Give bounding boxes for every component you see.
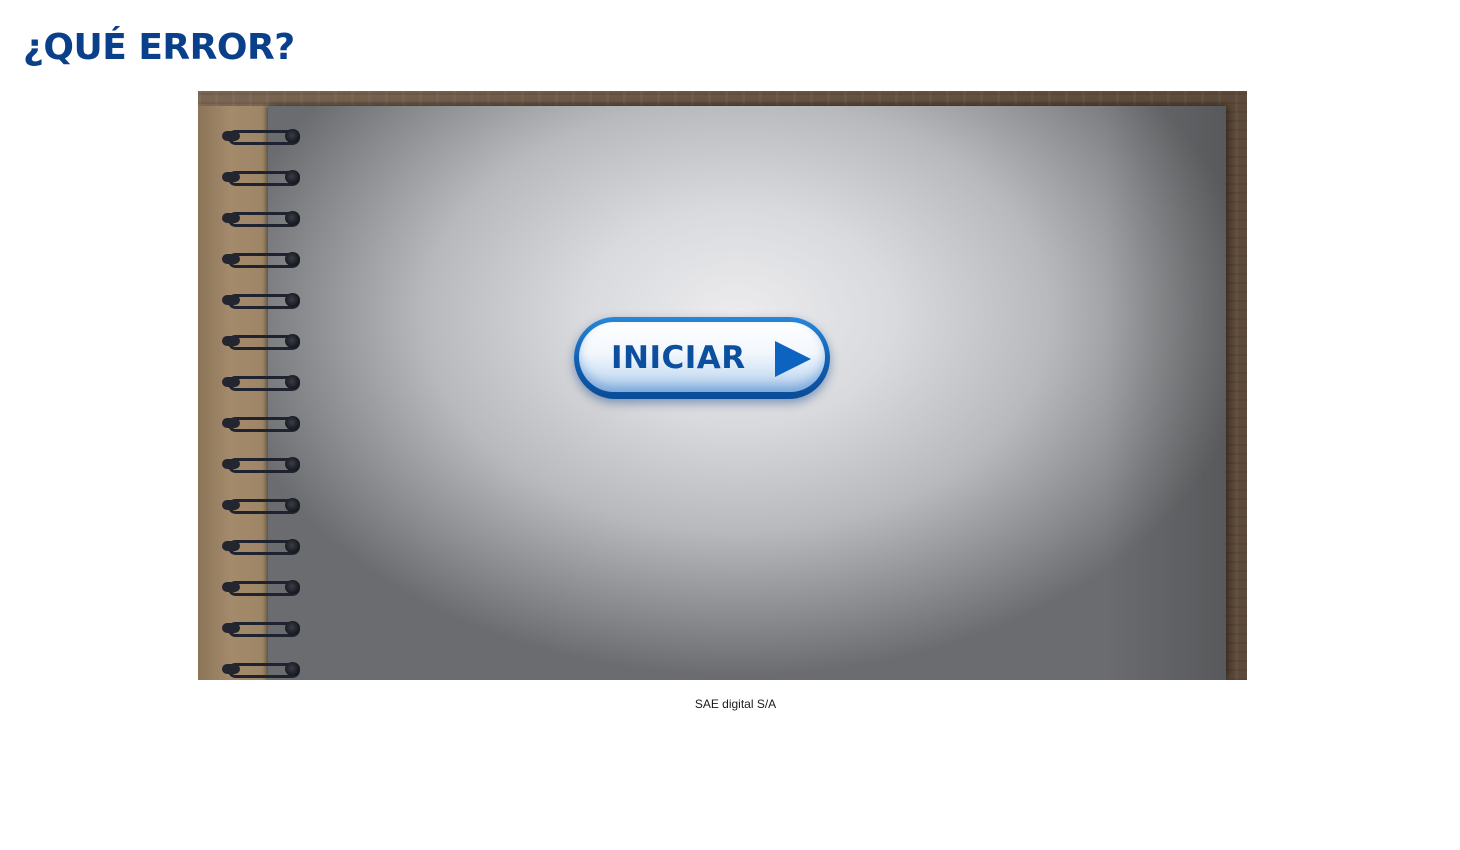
play-triangle-icon — [775, 341, 811, 377]
spiral-ring — [222, 127, 302, 145]
spiral-binding — [222, 127, 312, 680]
activity-stage: INICIAR — [198, 91, 1247, 680]
page-title: ¿QUÉ ERROR? — [23, 27, 295, 68]
spiral-ring — [222, 250, 302, 268]
spiral-ring — [222, 537, 302, 555]
spiral-ring — [222, 496, 302, 514]
spiral-ring — [222, 619, 302, 637]
start-button[interactable]: INICIAR — [574, 317, 830, 399]
spiral-ring — [222, 373, 302, 391]
copyright-caption: SAE digital S/A — [694, 697, 777, 711]
spiral-ring — [222, 168, 302, 186]
spiral-ring — [222, 455, 302, 473]
spiral-ring — [222, 660, 302, 678]
spiral-ring — [222, 578, 302, 596]
start-button-label: INICIAR — [611, 340, 746, 376]
spiral-ring — [222, 332, 302, 350]
page: ¿QUÉ ERROR? INICIAR SAE digital S/A — [0, 0, 1460, 850]
spiral-ring — [222, 414, 302, 432]
spiral-ring — [222, 209, 302, 227]
spiral-ring — [222, 291, 302, 309]
